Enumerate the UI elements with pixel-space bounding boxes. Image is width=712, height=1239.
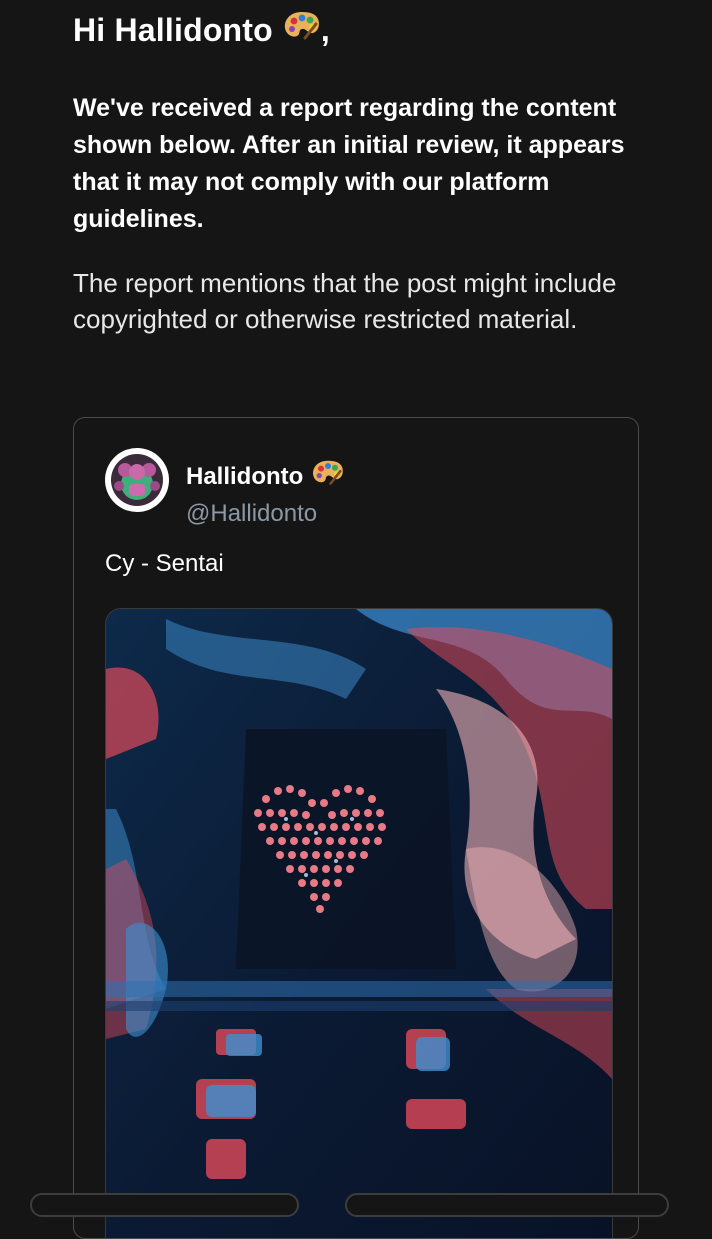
greeting-heading: Hi Hallidonto , — [73, 10, 330, 50]
post-text: Cy - Sentai — [105, 550, 224, 577]
display-name-text[interactable]: Hallidonto — [186, 463, 303, 491]
post-display-name[interactable]: Hallidonto — [186, 459, 345, 494]
embedded-post-card[interactable]: Hallidonto @Hallidonto Cy - Sentai — [73, 417, 639, 1239]
artist-palette-icon — [311, 459, 345, 494]
avatar[interactable] — [105, 448, 169, 512]
bottom-action-pill-left[interactable] — [30, 1193, 299, 1217]
greeting-text: Hi Hallidonto — [73, 11, 273, 48]
bottom-action-pill-right[interactable] — [345, 1193, 669, 1217]
artist-palette-icon — [283, 10, 321, 50]
post-media-image[interactable] — [105, 608, 613, 1238]
post-handle[interactable]: @Hallidonto — [186, 500, 317, 528]
greeting-suffix: , — [320, 11, 331, 48]
notice-body-paragraph: The report mentions that the post might … — [73, 268, 617, 334]
notice-bold-paragraph: We've received a report regarding the co… — [73, 94, 625, 233]
